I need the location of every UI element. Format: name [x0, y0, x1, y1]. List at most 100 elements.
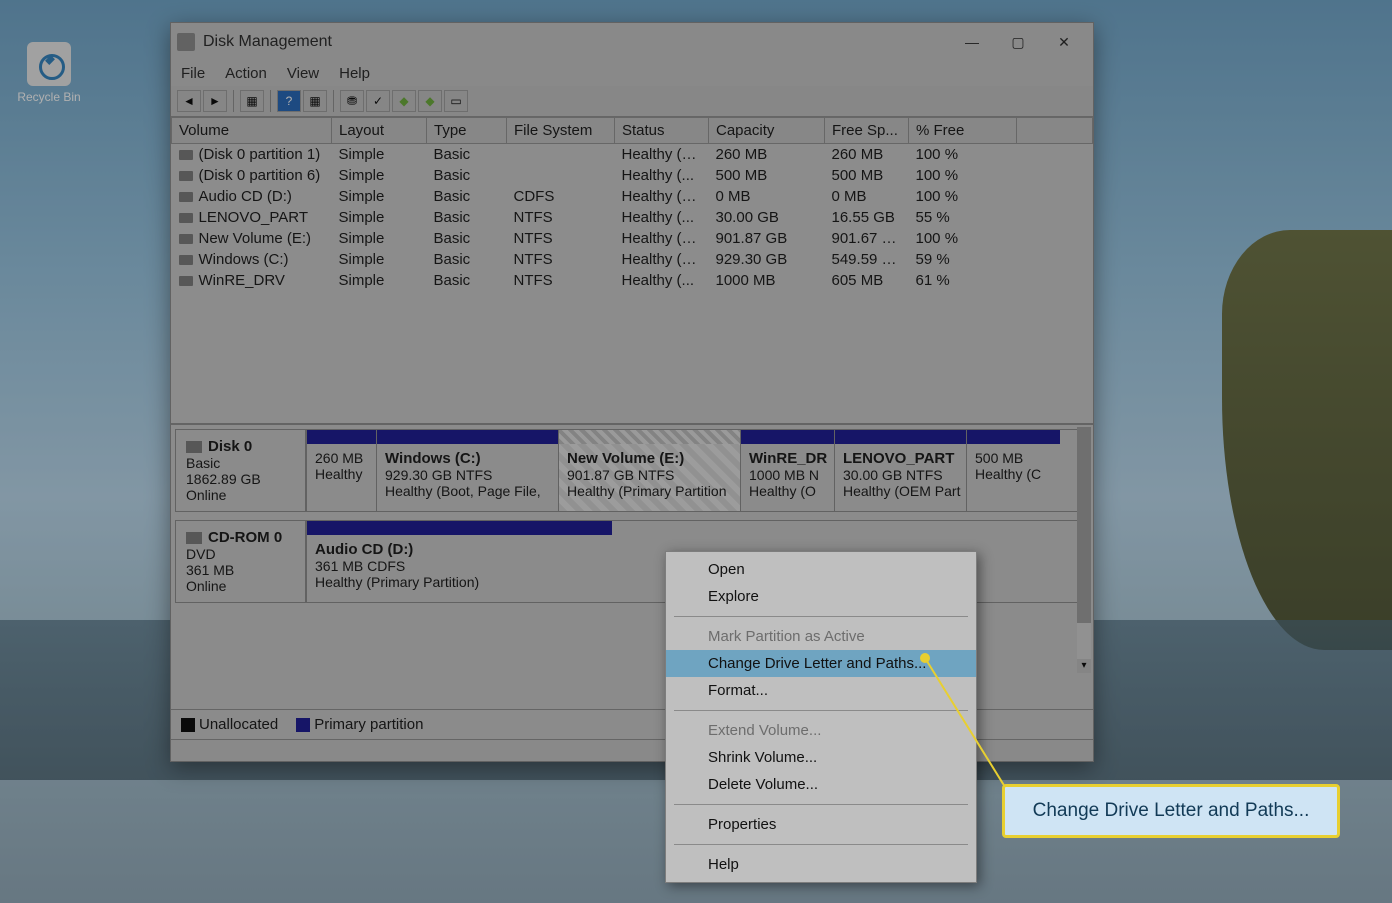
col-capacity[interactable]: Capacity — [709, 118, 825, 144]
table-row[interactable]: Windows (C:) Simple Basic NTFS Healthy (… — [172, 249, 1093, 270]
col-type[interactable]: Type — [427, 118, 507, 144]
volume-list[interactable]: Volume Layout Type File System Status Ca… — [171, 117, 1093, 425]
drive-icon — [179, 192, 193, 202]
ctx-mark-active: Mark Partition as Active — [666, 623, 976, 650]
vol-type: Basic — [427, 144, 507, 166]
partition[interactable]: WinRE_DR 1000 MB N Healthy (O — [740, 430, 834, 511]
partition-header — [307, 430, 376, 444]
col-layout[interactable]: Layout — [332, 118, 427, 144]
partition-line2: Healthy (OEM Part — [843, 483, 958, 499]
scrollbar[interactable]: ▾ — [1077, 427, 1091, 673]
scrollbar-thumb[interactable] — [1077, 427, 1091, 623]
separator — [674, 844, 968, 845]
forward-icon[interactable]: ► — [203, 90, 227, 112]
vol-cap: 260 MB — [709, 144, 825, 166]
vol-fs: NTFS — [507, 270, 615, 291]
disk-icon — [186, 532, 202, 544]
new2-icon[interactable]: ◆ — [418, 90, 442, 112]
settings-icon[interactable]: ▦ — [303, 90, 327, 112]
partition-header — [835, 430, 966, 444]
refresh-icon[interactable]: ✓ — [366, 90, 390, 112]
new-icon[interactable]: ◆ — [392, 90, 416, 112]
ctx-delete[interactable]: Delete Volume... — [666, 771, 976, 798]
menu-file[interactable]: File — [181, 65, 205, 82]
app-icon — [177, 33, 195, 51]
recycle-bin[interactable]: Recycle Bin — [14, 42, 84, 104]
partition-line1: 500 MB — [975, 450, 1052, 466]
vol-name: Windows (C:) — [199, 251, 289, 268]
table-row[interactable]: Audio CD (D:) Simple Basic CDFS Healthy … — [172, 186, 1093, 207]
col-pctfree[interactable]: % Free — [909, 118, 1017, 144]
menu-help[interactable]: Help — [339, 65, 370, 82]
partition-header — [559, 430, 740, 444]
drive-icon — [179, 234, 193, 244]
scrollbar-down-icon[interactable]: ▾ — [1077, 659, 1091, 673]
partition[interactable]: Windows (C:) 929.30 GB NTFS Healthy (Boo… — [376, 430, 558, 511]
partition[interactable]: LENOVO_PART 30.00 GB NTFS Healthy (OEM P… — [834, 430, 966, 511]
drive-icon — [179, 213, 193, 223]
disk-info[interactable]: CD-ROM 0 DVD 361 MB Online — [176, 521, 306, 602]
ctx-extend: Extend Volume... — [666, 717, 976, 744]
legend-unallocated: Unallocated — [181, 716, 278, 733]
vol-pct: 100 % — [909, 186, 1017, 207]
partition-line2: Healthy — [315, 466, 368, 482]
partition-name: WinRE_DR — [749, 450, 826, 467]
ctx-properties[interactable]: Properties — [666, 811, 976, 838]
table-row[interactable]: (Disk 0 partition 6) Simple Basic Health… — [172, 165, 1093, 186]
callout-text: Change Drive Letter and Paths... — [1033, 800, 1310, 822]
minimize-button[interactable]: — — [949, 27, 995, 57]
vol-status: Healthy (... — [615, 207, 709, 228]
ctx-open[interactable]: Open — [666, 556, 976, 583]
close-button[interactable]: ✕ — [1041, 27, 1087, 57]
menu-view[interactable]: View — [287, 65, 319, 82]
col-freespace[interactable]: Free Sp... — [825, 118, 909, 144]
ctx-shrink[interactable]: Shrink Volume... — [666, 744, 976, 771]
partition[interactable]: Audio CD (D:) 361 MB CDFS Healthy (Prima… — [306, 521, 612, 602]
vol-fs: CDFS — [507, 186, 615, 207]
menu-action[interactable]: Action — [225, 65, 267, 82]
partition-line1: 260 MB — [315, 450, 368, 466]
props-icon[interactable]: ▭ — [444, 90, 468, 112]
vol-layout: Simple — [332, 165, 427, 186]
disk-icon[interactable]: ⛃ — [340, 90, 364, 112]
vol-pct: 100 % — [909, 228, 1017, 249]
ctx-format[interactable]: Format... — [666, 677, 976, 704]
ctx-change-drive-letter[interactable]: Change Drive Letter and Paths... — [666, 650, 976, 677]
disk-info[interactable]: Disk 0 Basic 1862.89 GB Online — [176, 430, 306, 511]
vol-status: Healthy (... — [615, 165, 709, 186]
disk-icon — [186, 441, 202, 453]
vol-pct: 61 % — [909, 270, 1017, 291]
drive-icon — [179, 255, 193, 265]
disk-size: 361 MB — [186, 562, 295, 578]
table-row[interactable]: WinRE_DRV Simple Basic NTFS Healthy (...… — [172, 270, 1093, 291]
vol-type: Basic — [427, 165, 507, 186]
table-header-row: Volume Layout Type File System Status Ca… — [172, 118, 1093, 144]
partition-line1: 901.87 GB NTFS — [567, 467, 732, 483]
partition[interactable]: 500 MB Healthy (C — [966, 430, 1060, 511]
ctx-help[interactable]: Help — [666, 851, 976, 878]
maximize-button[interactable]: ▢ — [995, 27, 1041, 57]
disk-name: CD-ROM 0 — [208, 529, 282, 546]
separator — [674, 804, 968, 805]
back-icon[interactable]: ◄ — [177, 90, 201, 112]
ctx-explore[interactable]: Explore — [666, 583, 976, 610]
table-row[interactable]: LENOVO_PART Simple Basic NTFS Healthy (.… — [172, 207, 1093, 228]
col-volume[interactable]: Volume — [172, 118, 332, 144]
toolbar: ◄ ► ▦ ? ▦ ⛃ ✓ ◆ ◆ ▭ — [171, 86, 1093, 117]
partition[interactable]: 260 MB Healthy — [306, 430, 376, 511]
table-row[interactable]: New Volume (E:) Simple Basic NTFS Health… — [172, 228, 1093, 249]
table-row[interactable]: (Disk 0 partition 1) Simple Basic Health… — [172, 144, 1093, 166]
col-spacer — [1017, 118, 1093, 144]
col-status[interactable]: Status — [615, 118, 709, 144]
help-icon[interactable]: ? — [277, 90, 301, 112]
partition-line2: Healthy (C — [975, 466, 1052, 482]
vol-cap: 1000 MB — [709, 270, 825, 291]
vol-name: (Disk 0 partition 6) — [199, 167, 321, 184]
separator — [674, 710, 968, 711]
titlebar[interactable]: Disk Management — ▢ ✕ — [171, 23, 1093, 61]
vol-free: 549.59 GB — [825, 249, 909, 270]
vol-free: 500 MB — [825, 165, 909, 186]
col-filesystem[interactable]: File System — [507, 118, 615, 144]
partition[interactable]: New Volume (E:) 901.87 GB NTFS Healthy (… — [558, 430, 740, 511]
show-hide-icon[interactable]: ▦ — [240, 90, 264, 112]
